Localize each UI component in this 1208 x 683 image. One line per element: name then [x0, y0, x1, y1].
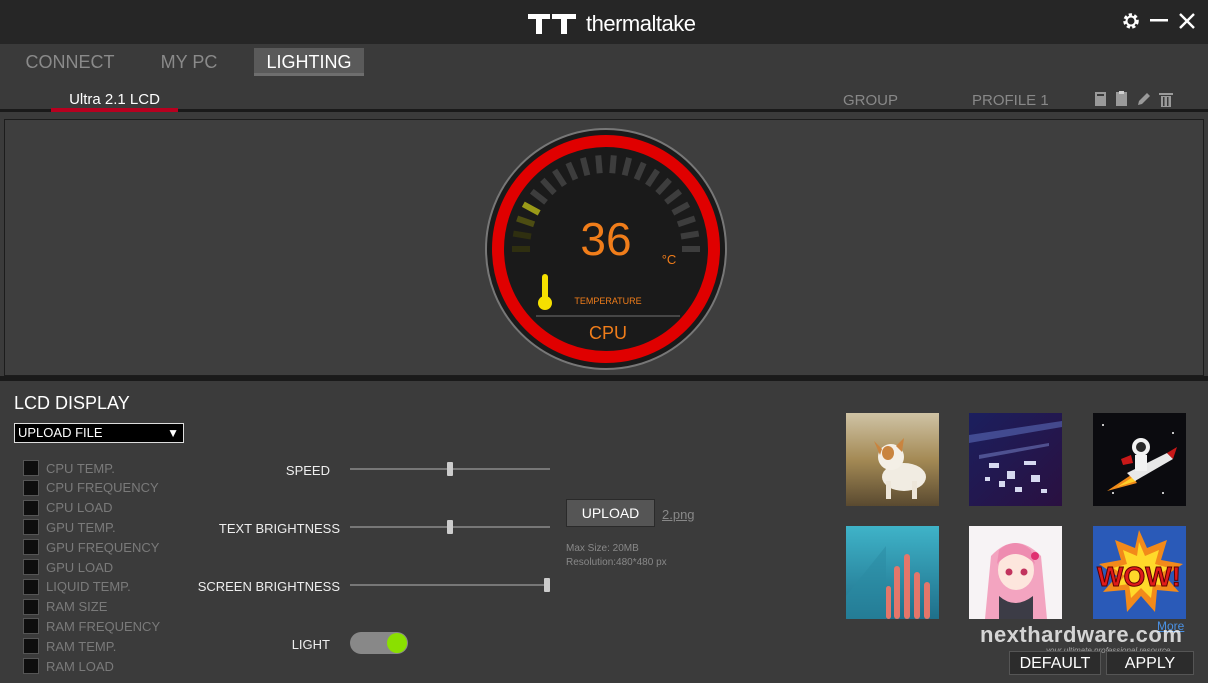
thumbnail-rocket-astronaut[interactable]	[1093, 413, 1186, 506]
text-brightness-slider[interactable]	[350, 519, 550, 535]
thumbnail-wow-comic[interactable]: WOW!	[1093, 526, 1186, 619]
display-option[interactable]: CPU FREQUENCY	[23, 479, 159, 497]
brand-name: thermaltake	[586, 11, 696, 36]
tab-my-pc[interactable]: MY PC	[158, 48, 220, 76]
default-button[interactable]: DEFAULT	[1009, 651, 1101, 675]
lcd-preview-panel: 36 °C TEMPERATURE CPU	[4, 119, 1204, 376]
lcd-display-section: LCD DISPLAY UPLOAD FILE ▼ CPU TEMP. CPU F…	[0, 381, 1208, 683]
device-bar: Ultra 2.1 LCD GROUP PROFILE 1	[0, 82, 1208, 112]
resolution-info: Resolution:480*480 px	[566, 557, 667, 568]
gauge-tick	[609, 155, 617, 174]
option-label: RAM LOAD	[46, 658, 114, 674]
option-checkbox[interactable]	[23, 519, 39, 536]
text-brightness-label: TEXT BRIGHTNESS	[218, 521, 340, 536]
display-option[interactable]: GPU LOAD	[23, 558, 113, 576]
edit-pencil-icon[interactable]	[1136, 91, 1152, 107]
gauge-tick	[580, 157, 591, 177]
device-tab-ultra-lcd[interactable]: Ultra 2.1 LCD	[51, 82, 178, 112]
option-label: RAM TEMP.	[46, 638, 117, 654]
option-label: CPU LOAD	[46, 500, 113, 516]
thumbnail-dog[interactable]	[846, 413, 939, 506]
gauge-tick	[680, 230, 700, 240]
option-label: CPU FREQUENCY	[46, 480, 159, 496]
uploaded-file-link[interactable]: 2.png	[662, 507, 695, 522]
option-checkbox[interactable]	[23, 539, 39, 556]
option-label: GPU TEMP.	[46, 519, 116, 535]
watermark-logo: nexthardware.com	[980, 622, 1183, 647]
max-size-info: Max Size: 20MB	[566, 543, 639, 554]
group-link[interactable]: GROUP	[843, 92, 898, 109]
gauge-tick	[512, 230, 532, 240]
option-label: RAM SIZE	[46, 599, 108, 615]
gauge-tick	[621, 157, 632, 177]
speed-label: SPEED	[285, 463, 330, 478]
display-mode-value: UPLOAD FILE	[18, 425, 103, 440]
light-toggle[interactable]	[350, 632, 408, 654]
option-label: RAM FREQUENCY	[46, 618, 161, 634]
tab-lighting[interactable]: LIGHTING	[254, 48, 364, 76]
gauge-unit: °C	[662, 252, 677, 267]
option-checkbox[interactable]	[23, 559, 39, 575]
close-icon[interactable]	[1176, 10, 1198, 32]
screen-brightness-label: SCREEN BRIGHTNESS	[197, 579, 340, 594]
option-label: GPU LOAD	[46, 559, 114, 575]
title-bar: thermaltake	[0, 0, 1208, 44]
display-option[interactable]: GPU TEMP.	[23, 518, 116, 536]
profile-paste-icon[interactable]	[1115, 91, 1129, 107]
speed-slider[interactable]	[350, 461, 550, 477]
display-option[interactable]: RAM LOAD	[23, 657, 114, 675]
apply-button[interactable]: APPLY	[1106, 651, 1194, 675]
screen-brightness-slider[interactable]	[350, 577, 550, 593]
display-mode-select[interactable]: UPLOAD FILE ▼	[14, 423, 184, 443]
option-checkbox[interactable]	[23, 479, 39, 496]
option-checkbox[interactable]	[23, 618, 39, 635]
display-option[interactable]: CPU LOAD	[23, 499, 112, 517]
option-checkbox[interactable]	[23, 499, 39, 516]
trash-icon[interactable]	[1159, 91, 1173, 107]
upload-button[interactable]: UPLOAD	[566, 499, 655, 527]
thumbnail-anime-girl[interactable]	[969, 526, 1062, 619]
tab-connect[interactable]: CONNECT	[24, 48, 116, 76]
main-nav: CONNECT MY PC LIGHTING	[0, 44, 1208, 82]
tt-logo-icon	[528, 14, 576, 34]
dropdown-arrow-icon: ▼	[167, 426, 179, 440]
profile-selector[interactable]: PROFILE 1	[972, 92, 1049, 109]
thumbnail-space-station[interactable]	[969, 413, 1062, 506]
profile-copy-icon[interactable]	[1094, 91, 1108, 107]
option-label: GPU FREQUENCY	[46, 539, 160, 555]
display-option[interactable]: CPU TEMP.	[23, 459, 115, 477]
option-label: LIQUID TEMP.	[46, 579, 131, 595]
wow-art-text: WOW!	[1097, 561, 1181, 592]
brand-logo: thermaltake	[528, 11, 696, 37]
temperature-gauge: 36 °C TEMPERATURE CPU	[485, 128, 727, 370]
section-title: LCD DISPLAY	[14, 393, 130, 413]
gauge-value: 36	[580, 213, 631, 265]
option-checkbox[interactable]	[23, 658, 39, 674]
option-checkbox[interactable]	[23, 460, 39, 476]
display-option[interactable]: RAM FREQUENCY	[23, 617, 160, 635]
thumbnail-coral[interactable]	[846, 526, 939, 619]
app-window: thermaltake CONNECT MY PC LIGHTING Ultra…	[0, 0, 1208, 683]
minimize-icon[interactable]	[1148, 10, 1170, 32]
gauge-label: TEMPERATURE	[574, 296, 641, 306]
gauge-source: CPU	[589, 323, 627, 343]
option-checkbox[interactable]	[23, 638, 39, 655]
gauge-tick	[595, 155, 603, 174]
display-option[interactable]: RAM TEMP.	[23, 637, 116, 655]
option-checkbox[interactable]	[23, 578, 39, 595]
display-option[interactable]: LIQUID TEMP.	[23, 578, 131, 596]
option-checkbox[interactable]	[23, 598, 39, 615]
settings-gear-icon[interactable]	[1120, 10, 1142, 32]
option-label: CPU TEMP.	[46, 460, 115, 476]
light-label: LIGHT	[291, 637, 330, 652]
display-option[interactable]: GPU FREQUENCY	[23, 538, 159, 556]
display-option[interactable]: RAM SIZE	[23, 598, 107, 616]
